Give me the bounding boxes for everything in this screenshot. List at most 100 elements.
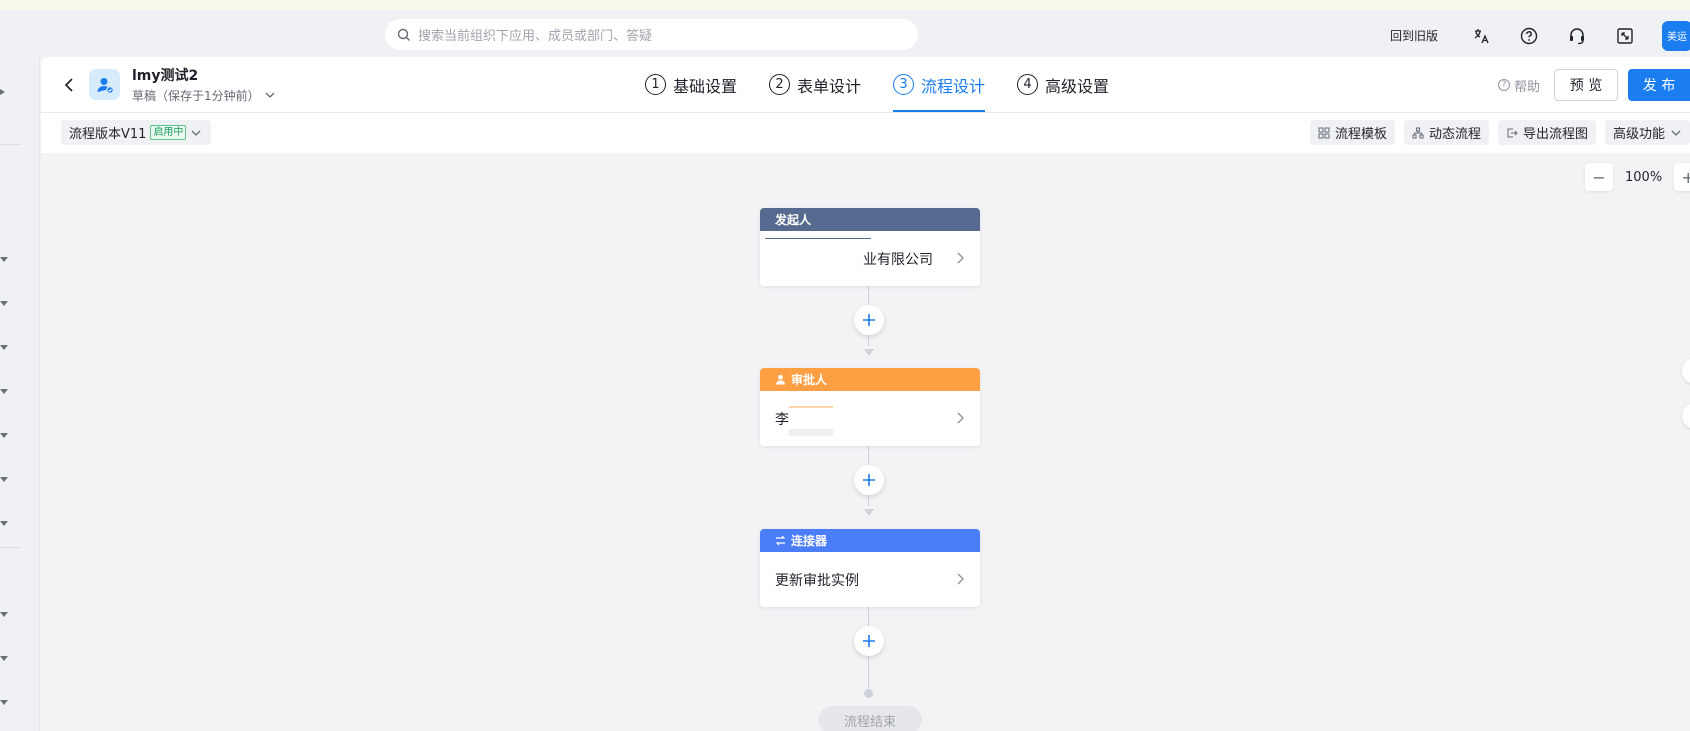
step-label: 流程设计 <box>921 76 986 96</box>
node-type-label: 发起人 <box>775 213 812 227</box>
help-link[interactable]: ? 帮助 <box>1497 76 1540 95</box>
app-title: lmy测试2 <box>132 68 199 84</box>
tab-basic-settings[interactable]: 1 基础设置 <box>645 57 737 112</box>
export-icon <box>1507 128 1518 137</box>
question-icon: ? <box>1497 79 1510 91</box>
rail-caret-icon[interactable] <box>0 477 8 482</box>
person-icon <box>776 374 785 385</box>
zoom-out-button[interactable]: − <box>1585 163 1613 191</box>
rail-caret-icon[interactable] <box>0 389 8 394</box>
zoom-control: − 100% + <box>1585 163 1690 191</box>
step-label: 基础设置 <box>673 76 738 96</box>
left-rail <box>0 57 40 731</box>
step-number: 4 <box>1017 74 1039 95</box>
publish-button[interactable]: 发 布 <box>1628 69 1690 101</box>
chevron-right-icon <box>957 252 964 264</box>
advanced-features-dropdown[interactable]: 高级功能 <box>1604 120 1690 145</box>
search-icon <box>397 28 410 41</box>
redaction-bar <box>789 429 833 436</box>
step-number: 1 <box>645 74 666 95</box>
connector-arrow <box>864 509 874 516</box>
end-dot <box>864 689 873 698</box>
version-label: 流程版本V11 <box>69 127 147 142</box>
tool-label: 动态流程 <box>1428 127 1481 142</box>
add-node-button[interactable] <box>854 626 884 656</box>
node-content-text: 业有限公司 <box>863 251 933 268</box>
tool-label: 高级功能 <box>1612 127 1665 142</box>
step-number: 2 <box>769 74 791 95</box>
tab-flow-design[interactable]: 3 流程设计 <box>893 57 986 112</box>
connector-node[interactable]: 连接器 更新审批实例 <box>760 529 980 607</box>
step-label: 表单设计 <box>797 76 862 96</box>
rail-divider <box>0 547 20 548</box>
chevron-right-icon <box>957 573 964 585</box>
zoom-level: 100% <box>1625 169 1663 185</box>
node-header: 发起人 <box>760 208 980 231</box>
headset-icon[interactable] <box>1566 25 1588 47</box>
initiator-node[interactable]: 发起人 业有限公司 <box>760 208 980 286</box>
chevron-right-icon <box>957 412 964 424</box>
app-header: lmy测试2 草稿（保存于1分钟前） 1 基础设置 2 表单设计 3 流程设计 … <box>41 57 1690 113</box>
node-content: 更新审批实例 <box>760 552 980 607</box>
zoom-in-button[interactable]: + <box>1674 163 1690 191</box>
connector-icon <box>775 535 786 546</box>
step-label: 高级设置 <box>1045 76 1110 96</box>
draft-status: 草稿（保存于1分钟前） <box>132 89 260 103</box>
tab-form-design[interactable]: 2 表单设计 <box>769 57 861 112</box>
approver-node[interactable]: 审批人 李 <box>760 368 980 446</box>
chevron-down-icon <box>1671 130 1681 136</box>
version-selector[interactable]: 流程版本V11 启用中 <box>61 120 212 145</box>
tool-label: 导出流程图 <box>1522 127 1588 142</box>
search-placeholder: 搜索当前组织下应用、成员或部门、答疑 <box>418 29 653 44</box>
help-circle-icon[interactable] <box>1518 25 1540 47</box>
rail-caret-icon[interactable] <box>0 301 8 306</box>
user-avatar[interactable]: 美运 <box>1662 20 1690 51</box>
back-to-old-version-button[interactable]: 回到旧版 <box>1390 27 1438 44</box>
export-flowchart-button[interactable]: 导出流程图 <box>1497 120 1596 145</box>
rail-caret-icon[interactable] <box>0 521 8 526</box>
dynamic-flow-button[interactable]: 动态流程 <box>1403 120 1489 145</box>
flow-template-button[interactable]: 流程模板 <box>1309 120 1395 145</box>
back-arrow-icon[interactable] <box>61 75 79 95</box>
redaction-bar <box>765 238 871 239</box>
connector-arrow <box>864 349 874 356</box>
chevron-down-icon[interactable] <box>264 89 276 101</box>
tab-advanced-settings[interactable]: 4 高级设置 <box>1017 57 1109 112</box>
fullscreen-icon[interactable] <box>1614 25 1636 47</box>
rail-caret-icon[interactable] <box>0 345 8 350</box>
chevron-down-icon <box>191 130 201 136</box>
step-tabs: 1 基础设置 2 表单设计 3 流程设计 4 高级设置 <box>645 57 1141 112</box>
top-bar: 搜索当前组织下应用、成员或部门、答疑 回到旧版 美运 <box>0 0 1690 57</box>
app-icon <box>89 69 120 100</box>
redaction-bar <box>789 406 833 408</box>
preview-button[interactable]: 预 览 <box>1554 69 1618 101</box>
rail-divider <box>0 144 20 145</box>
plus-icon <box>863 314 875 326</box>
add-node-button[interactable] <box>854 465 884 495</box>
rail-caret-icon[interactable] <box>0 612 8 617</box>
node-type-label: 连接器 <box>791 534 828 548</box>
translate-icon[interactable] <box>1470 25 1492 47</box>
flow-end-node: 流程结束 <box>818 706 922 731</box>
rail-caret-icon[interactable] <box>0 257 8 262</box>
node-content: 业有限公司 <box>760 231 980 286</box>
hierarchy-icon <box>1412 127 1424 138</box>
rail-caret-icon[interactable] <box>0 700 8 705</box>
step-number: 3 <box>893 74 915 95</box>
template-grid-icon <box>1318 127 1330 138</box>
flow-toolbar: 流程版本V11 启用中 流程模板 动态流程 导出流程图 高级功能 <box>41 113 1690 153</box>
add-node-button[interactable] <box>854 305 884 335</box>
rail-caret-icon[interactable] <box>0 656 8 661</box>
global-search-input[interactable]: 搜索当前组织下应用、成员或部门、答疑 <box>385 19 918 50</box>
node-header: 审批人 <box>760 368 980 391</box>
tool-label: 流程模板 <box>1334 127 1387 142</box>
node-content-text: 更新审批实例 <box>775 572 859 589</box>
node-type-label: 审批人 <box>791 373 828 387</box>
node-content: 李 <box>760 391 980 446</box>
node-header: 连接器 <box>760 529 980 552</box>
plus-icon <box>863 635 875 647</box>
status-badge: 启用中 <box>150 125 187 140</box>
collapse-arrow-icon[interactable] <box>0 89 5 95</box>
rail-caret-icon[interactable] <box>0 433 8 438</box>
node-content-text: 李 <box>775 411 789 428</box>
